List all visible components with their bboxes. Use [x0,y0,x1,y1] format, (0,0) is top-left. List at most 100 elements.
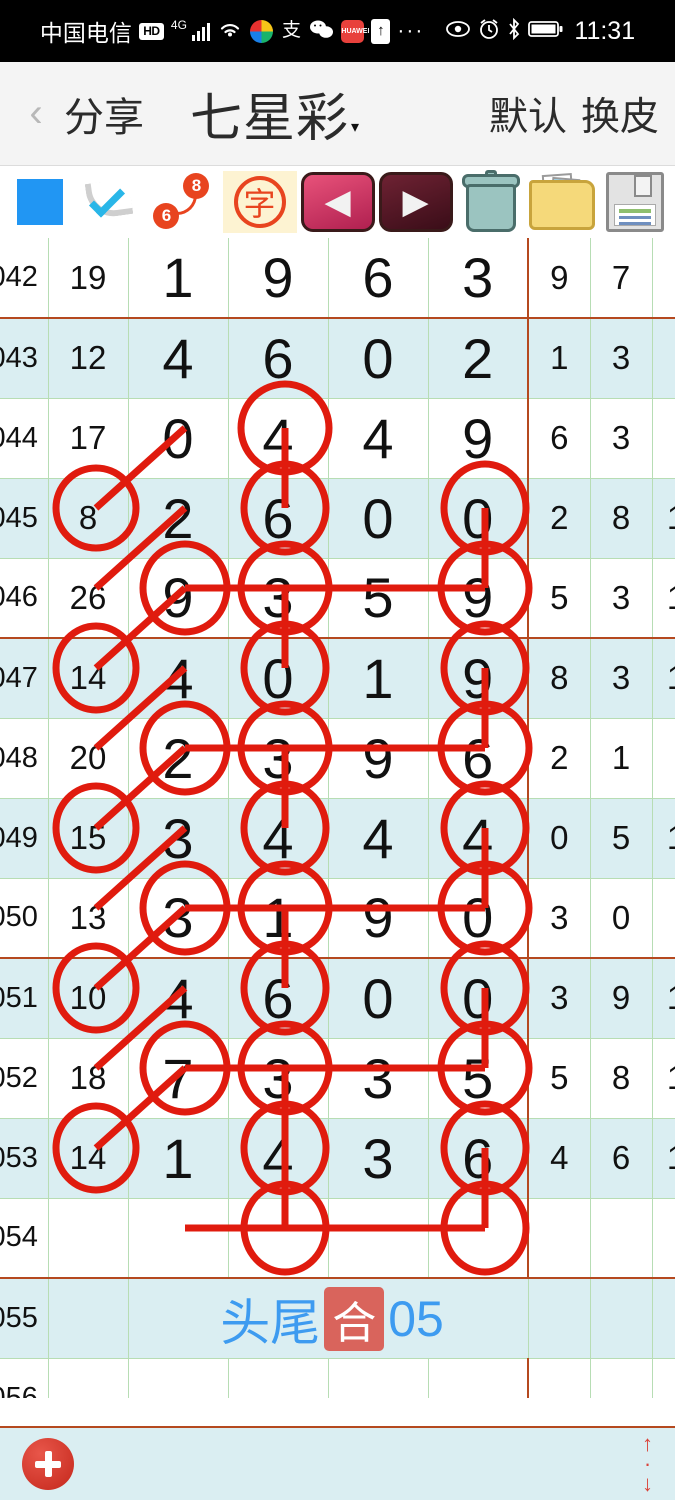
digit-cell: 9 [328,878,429,959]
digit-cell [128,1198,229,1279]
row-sum: 19 [48,238,129,319]
eye-icon [445,20,471,43]
row-index: 046 [0,558,49,639]
table-row[interactable]: 04820239621 [0,718,675,799]
row-sum: 14 [48,637,129,719]
digit-cell: 3 [428,238,529,319]
digit-cell: 0 [428,878,529,959]
digit-cell: 6 [228,317,329,399]
digit-cell: 0 [428,957,529,1039]
trash-bin-icon[interactable] [457,168,525,236]
row-index: 050 [0,878,49,959]
table-row[interactable]: 04219196397 [0,238,675,319]
digit-cell: 9 [428,637,529,719]
row-index: 044 [0,398,49,479]
row-sum: 26 [48,558,129,639]
cut-cell [652,238,675,319]
upload-arrow-icon: ↑ [371,18,391,44]
cut-cell: 1 [652,637,675,719]
small-cell: 3 [590,317,653,399]
table-row[interactable]: 05013319030 [0,878,675,959]
plus-icon[interactable] [22,1438,74,1490]
small-cell: 8 [590,1038,653,1119]
digit-cell: 4 [328,398,429,479]
table-row[interactable]: 054 [0,1198,675,1279]
alarm-clock-icon [478,18,500,45]
table-row[interactable]: 052187335581 [0,1038,675,1119]
digit-cell [328,1358,429,1398]
digit-cell: 1 [128,238,229,319]
digit-cell: 0 [328,317,429,399]
digit-cell: 6 [228,957,329,1039]
digit-cell: 4 [128,957,229,1039]
table-row[interactable]: 053141436461 [0,1118,675,1199]
row-sum: 20 [48,718,129,799]
row-index: 053 [0,1118,49,1199]
change-skin-button[interactable]: 换皮 [581,86,659,142]
digit-cell [328,1198,429,1279]
digit-cell: 9 [428,398,529,479]
small-cell: 4 [528,1118,591,1199]
row-index: 055 [0,1277,49,1359]
table-row[interactable]: 04417044963 [0,398,675,479]
digit-cell: 1 [328,637,429,719]
more-dots-icon: ··· [397,19,425,42]
cut-cell [652,718,675,799]
blue-square-icon[interactable] [6,168,74,236]
small-cell: 6 [590,1118,653,1199]
row-index: 054 [0,1198,49,1279]
table-row[interactable]: 046269359531 [0,558,675,639]
up-down-scroll-icon[interactable]: ↑ · ↓ [642,1433,653,1495]
row-index: 051 [0,957,49,1039]
row-sum: 18 [48,1038,129,1119]
table-row[interactable]: 047144019831 [0,637,675,719]
small-cell: 3 [590,398,653,479]
summary-label: 头尾 [220,1294,321,1351]
share-button[interactable]: 分享 [64,85,144,143]
title-dropdown[interactable]: 七星彩 ▾ [190,76,359,151]
floppy-save-icon[interactable] [601,168,669,236]
huawei-app-icon: HUAWEI [341,19,369,43]
back-button[interactable]: ‹ [16,91,56,136]
small-cell [528,1358,591,1398]
digit-cell: 6 [328,238,429,319]
table-row[interactable]: 04312460213 [0,317,675,399]
cut-cell: 1 [652,1038,675,1119]
digit-cell: 3 [128,878,229,959]
digit-cell: 2 [128,718,229,799]
table-row[interactable]: 056 [0,1358,675,1398]
row-sum: 14 [48,1118,129,1199]
character-stamp-icon[interactable]: 字 [222,168,297,236]
table-row[interactable]: 04582600281 [0,478,675,559]
small-cell: 6 [528,398,591,479]
summary-badge: 合 [324,1286,385,1351]
small-cell: 3 [528,957,591,1039]
digit-cell: 3 [128,798,229,879]
connect-dots-icon[interactable]: 6 8 [150,168,218,236]
default-button[interactable]: 默认 [489,86,567,142]
digit-cell [228,1198,329,1279]
arrow-right-button[interactable]: ▶ [378,168,453,236]
check-mark-icon[interactable] [78,168,146,236]
cut-cell [652,1358,675,1398]
digit-cell: 1 [128,1118,229,1199]
small-cell: 9 [590,957,653,1039]
digit-cell: 0 [328,478,429,559]
small-cell [528,1198,591,1279]
digit-cell: 0 [228,637,329,719]
small-cell: 5 [528,1038,591,1119]
cut-cell: 1 [652,1118,675,1199]
folder-photos-icon[interactable] [528,168,597,236]
table-row[interactable]: 051104600391 [0,957,675,1039]
table-row[interactable]: 049153444051 [0,798,675,879]
stamp-character: 字 [233,176,286,228]
arrow-left-button[interactable]: ◀ [300,168,375,236]
small-cell: 1 [590,718,653,799]
lottery-grid: 0421919639704312460213044170449630458260… [0,238,675,1398]
summary-row[interactable]: 055 头尾合05 [0,1277,675,1359]
row-index: 047 [0,637,49,719]
digit-cell: 4 [228,798,329,879]
row-sum: 8 [48,478,129,559]
bottom-toolbar: ↑ · ↓ [0,1426,675,1500]
chevron-down-icon: ▾ [351,119,360,136]
